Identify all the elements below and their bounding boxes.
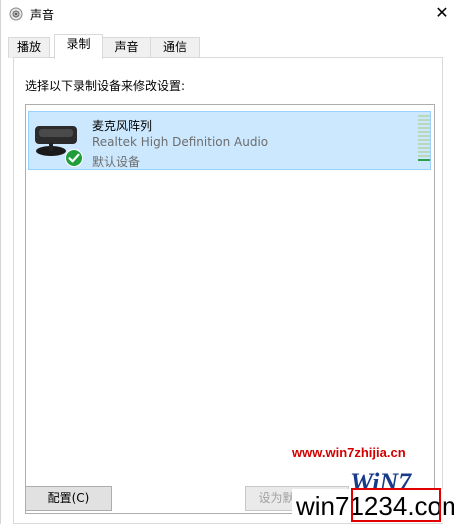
- tab-sounds[interactable]: 声音: [102, 37, 151, 58]
- level-meter-segment: [418, 119, 430, 121]
- device-item-microphone-array[interactable]: 麦克风阵列 Realtek High Definition Audio 默认设备: [28, 111, 431, 170]
- level-meter-segment: [418, 143, 430, 145]
- sound-dialog: 声音 ✕ 播放 录制 声音 通信 选择以下录制设备来修改设置: 麦克风阵列 Re…: [0, 0, 454, 524]
- window-title: 声音: [30, 8, 55, 22]
- set-default-button[interactable]: 设为默认值(S): [245, 486, 349, 511]
- recording-device-list[interactable]: 麦克风阵列 Realtek High Definition Audio 默认设备: [25, 104, 435, 514]
- tab-communications[interactable]: 通信: [150, 37, 200, 58]
- title-bar: 声音 ✕: [1, 0, 454, 28]
- level-meter-segment: [418, 123, 430, 125]
- level-meter-segment: [418, 155, 430, 157]
- level-meter-segment: [418, 115, 430, 117]
- level-meter-segment: [418, 147, 430, 149]
- device-description: Realtek High Definition Audio: [92, 135, 269, 149]
- configure-button[interactable]: 配置(C): [25, 486, 112, 511]
- tab-strip: 播放 录制 声音 通信: [1, 34, 454, 59]
- close-button[interactable]: ✕: [431, 2, 453, 24]
- level-meter-segment: [418, 151, 430, 153]
- recording-panel: 选择以下录制设备来修改设置: 麦克风阵列 Realtek High Defini…: [13, 57, 443, 524]
- tab-playback[interactable]: 播放: [8, 37, 50, 58]
- level-meter-segment: [418, 139, 430, 141]
- level-meter-segment: [418, 159, 430, 161]
- default-check-icon: [65, 149, 83, 167]
- device-status: 默认设备: [92, 155, 141, 169]
- tab-recording[interactable]: 录制: [54, 34, 103, 59]
- level-meter-segment: [418, 131, 430, 133]
- level-meter-segment: [418, 127, 430, 129]
- level-meter-segment: [418, 135, 430, 137]
- instruction-text: 选择以下录制设备来修改设置:: [25, 79, 186, 93]
- close-icon: ✕: [435, 3, 449, 22]
- level-meter: [418, 115, 430, 163]
- device-name: 麦克风阵列: [92, 119, 153, 133]
- speaker-icon: [9, 7, 23, 21]
